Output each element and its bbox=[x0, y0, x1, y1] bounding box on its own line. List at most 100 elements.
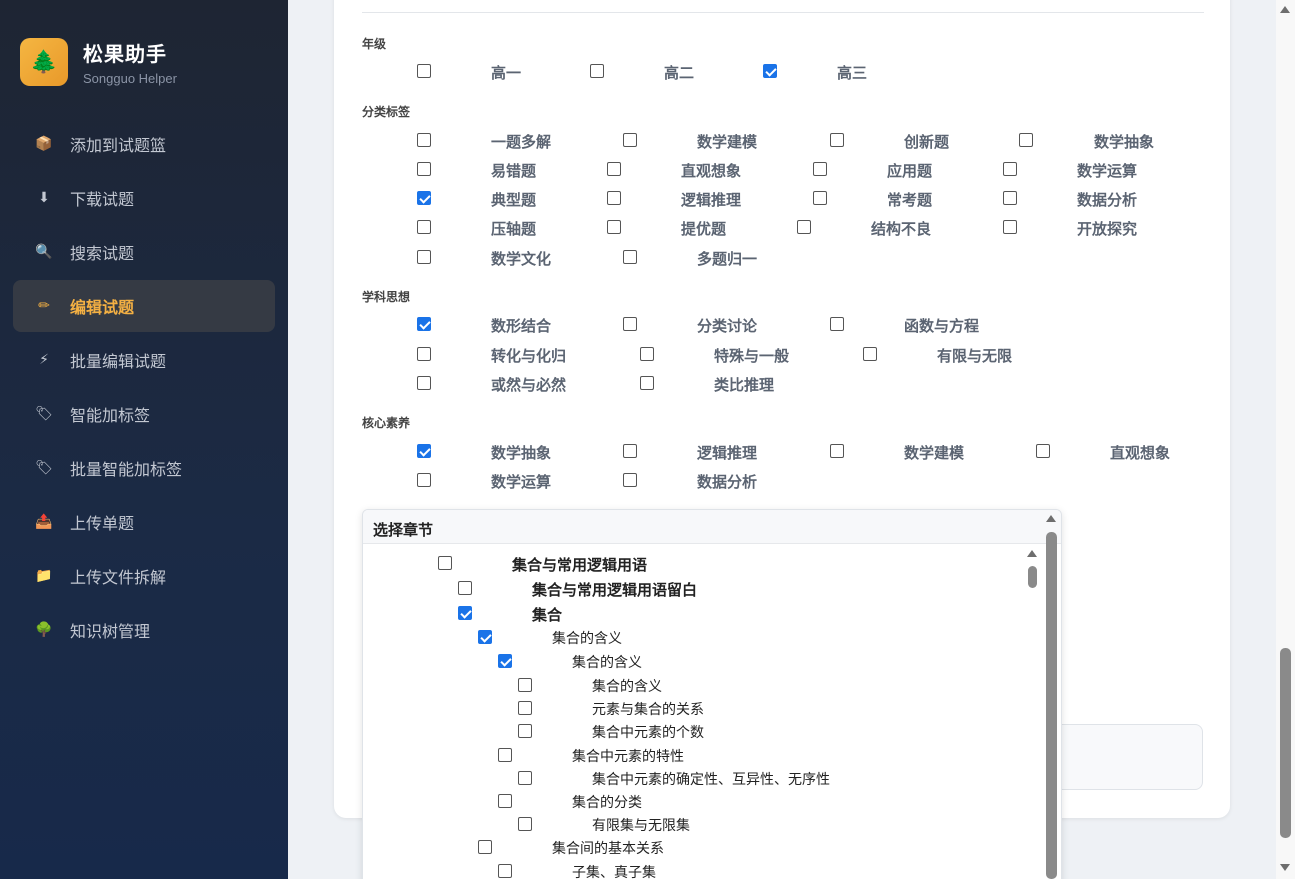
chapter-tree-checkbox[interactable] bbox=[498, 654, 512, 668]
tree-scrollbar-thumb[interactable] bbox=[1028, 566, 1037, 588]
sidebar-item-8[interactable]: 📁 上传文件拆解 bbox=[13, 550, 275, 602]
grade-option-label[interactable]: 高三 bbox=[837, 62, 867, 83]
category-checkbox[interactable] bbox=[1003, 191, 1017, 205]
category-option-label[interactable]: 结构不良 bbox=[871, 218, 931, 239]
page-scrollbar-thumb[interactable] bbox=[1280, 648, 1291, 838]
category-option-label[interactable]: 提优题 bbox=[681, 218, 726, 239]
category-checkbox[interactable] bbox=[1019, 133, 1033, 147]
category-option-label[interactable]: 应用题 bbox=[887, 160, 932, 181]
tree-scroll-up-icon[interactable] bbox=[1027, 550, 1037, 557]
grade-option-label[interactable]: 高二 bbox=[664, 62, 694, 83]
category-checkbox[interactable] bbox=[623, 250, 637, 264]
category-checkbox[interactable] bbox=[813, 162, 827, 176]
category-option-label[interactable]: 开放探究 bbox=[1077, 218, 1137, 239]
thinking-checkbox[interactable] bbox=[623, 317, 637, 331]
chapter-tree-node-label[interactable]: 有限集与无限集 bbox=[592, 815, 690, 835]
category-checkbox[interactable] bbox=[607, 220, 621, 234]
chapter-tree-checkbox[interactable] bbox=[518, 724, 532, 738]
chapter-tree-node-label[interactable]: 集合的分类 bbox=[572, 792, 642, 812]
literacy-checkbox[interactable] bbox=[623, 444, 637, 458]
grade-checkbox[interactable] bbox=[763, 64, 777, 78]
literacy-option-label[interactable]: 直观想象 bbox=[1110, 442, 1170, 463]
category-checkbox[interactable] bbox=[417, 133, 431, 147]
sidebar-item-0[interactable]: 📦 添加到试题篮 bbox=[13, 118, 275, 170]
dropdown-scroll-up-icon[interactable] bbox=[1046, 515, 1056, 522]
chapter-tree-checkbox[interactable] bbox=[518, 678, 532, 692]
chapter-tree-checkbox[interactable] bbox=[478, 630, 492, 644]
category-option-label[interactable]: 常考题 bbox=[887, 189, 932, 210]
chapter-tree-checkbox[interactable] bbox=[478, 840, 492, 854]
sidebar-item-4[interactable]: ⚡ 批量编辑试题 bbox=[13, 334, 275, 386]
thinking-checkbox[interactable] bbox=[640, 347, 654, 361]
page-scroll-down-icon[interactable] bbox=[1280, 864, 1290, 871]
sidebar-item-1[interactable]: ⬇ 下载试题 bbox=[13, 172, 275, 224]
category-checkbox[interactable] bbox=[607, 162, 621, 176]
sidebar-item-2[interactable]: 🔍 搜索试题 bbox=[13, 226, 275, 278]
chapter-tree-node-label[interactable]: 集合与常用逻辑用语留白 bbox=[532, 579, 697, 600]
category-checkbox[interactable] bbox=[1003, 220, 1017, 234]
literacy-option-label[interactable]: 逻辑推理 bbox=[697, 442, 757, 463]
chapter-tree-node-label[interactable]: 集合中元素的个数 bbox=[592, 722, 704, 742]
literacy-option-label[interactable]: 数学抽象 bbox=[491, 442, 551, 463]
thinking-checkbox[interactable] bbox=[863, 347, 877, 361]
thinking-option-label[interactable]: 分类讨论 bbox=[697, 315, 757, 336]
category-checkbox[interactable] bbox=[417, 191, 431, 205]
category-checkbox[interactable] bbox=[1003, 162, 1017, 176]
thinking-checkbox[interactable] bbox=[417, 347, 431, 361]
chapter-tree-node-label[interactable]: 集合与常用逻辑用语 bbox=[512, 554, 647, 575]
category-checkbox[interactable] bbox=[417, 250, 431, 264]
category-checkbox[interactable] bbox=[417, 220, 431, 234]
category-option-label[interactable]: 典型题 bbox=[491, 189, 536, 210]
category-option-label[interactable]: 数学文化 bbox=[491, 248, 551, 269]
thinking-option-label[interactable]: 类比推理 bbox=[714, 374, 774, 395]
text-input-box[interactable] bbox=[1040, 724, 1203, 790]
chapter-tree-node-label[interactable]: 集合间的基本关系 bbox=[552, 838, 664, 858]
thinking-checkbox[interactable] bbox=[640, 376, 654, 390]
chapter-tree-checkbox[interactable] bbox=[518, 771, 532, 785]
category-checkbox[interactable] bbox=[813, 191, 827, 205]
category-checkbox[interactable] bbox=[607, 191, 621, 205]
category-option-label[interactable]: 数学运算 bbox=[1077, 160, 1137, 181]
sidebar-item-9[interactable]: 🌳 知识树管理 bbox=[13, 604, 275, 656]
thinking-option-label[interactable]: 数形结合 bbox=[491, 315, 551, 336]
literacy-option-label[interactable]: 数据分析 bbox=[697, 471, 757, 492]
literacy-option-label[interactable]: 数学运算 bbox=[491, 471, 551, 492]
chapter-tree-node-label[interactable]: 集合的含义 bbox=[572, 652, 642, 672]
literacy-checkbox[interactable] bbox=[1036, 444, 1050, 458]
chapter-tree-node-label[interactable]: 集合中元素的特性 bbox=[572, 746, 684, 766]
category-option-label[interactable]: 数据分析 bbox=[1077, 189, 1137, 210]
literacy-option-label[interactable]: 数学建模 bbox=[904, 442, 964, 463]
thinking-option-label[interactable]: 函数与方程 bbox=[904, 315, 979, 336]
grade-option-label[interactable]: 高一 bbox=[491, 62, 521, 83]
category-option-label[interactable]: 压轴题 bbox=[491, 218, 536, 239]
chapter-tree-node-label[interactable]: 元素与集合的关系 bbox=[592, 699, 704, 719]
thinking-option-label[interactable]: 特殊与一般 bbox=[714, 345, 789, 366]
chapter-tree-checkbox[interactable] bbox=[518, 817, 532, 831]
literacy-checkbox[interactable] bbox=[417, 473, 431, 487]
chapter-tree-node-label[interactable]: 集合的含义 bbox=[552, 628, 622, 648]
category-checkbox[interactable] bbox=[417, 162, 431, 176]
dropdown-scrollbar-thumb[interactable] bbox=[1046, 532, 1057, 879]
chapter-tree-checkbox[interactable] bbox=[458, 606, 472, 620]
category-option-label[interactable]: 创新题 bbox=[904, 131, 949, 152]
thinking-checkbox[interactable] bbox=[417, 317, 431, 331]
page-scroll-up-icon[interactable] bbox=[1280, 6, 1290, 13]
thinking-checkbox[interactable] bbox=[830, 317, 844, 331]
category-option-label[interactable]: 多题归一 bbox=[697, 248, 757, 269]
sidebar-item-6[interactable]: 🏷 批量智能加标签 bbox=[13, 442, 275, 494]
chapter-tree-checkbox[interactable] bbox=[438, 556, 452, 570]
chapter-tree-checkbox[interactable] bbox=[498, 794, 512, 808]
thinking-option-label[interactable]: 或然与必然 bbox=[491, 374, 566, 395]
thinking-option-label[interactable]: 有限与无限 bbox=[937, 345, 1012, 366]
sidebar-item-7[interactable]: 📤 上传单题 bbox=[13, 496, 275, 548]
category-option-label[interactable]: 易错题 bbox=[491, 160, 536, 181]
category-option-label[interactable]: 数学建模 bbox=[697, 131, 757, 152]
chapter-tree-checkbox[interactable] bbox=[498, 864, 512, 878]
chapter-tree-checkbox[interactable] bbox=[458, 581, 472, 595]
category-option-label[interactable]: 逻辑推理 bbox=[681, 189, 741, 210]
literacy-checkbox[interactable] bbox=[417, 444, 431, 458]
thinking-option-label[interactable]: 转化与化归 bbox=[491, 345, 566, 366]
chapter-tree-checkbox[interactable] bbox=[518, 701, 532, 715]
sidebar-item-3[interactable]: ✏ 编辑试题 bbox=[13, 280, 275, 332]
chapter-tree-node-label[interactable]: 子集、真子集 bbox=[572, 862, 656, 879]
